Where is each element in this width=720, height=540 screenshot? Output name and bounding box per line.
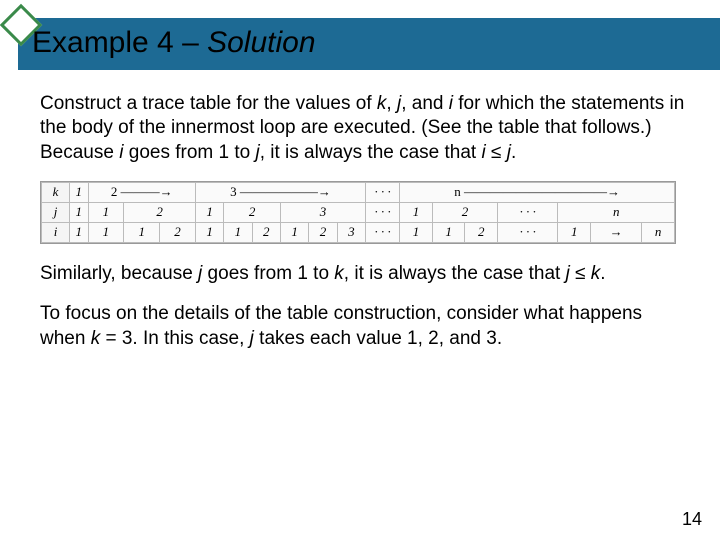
cell: 1 (70, 222, 89, 242)
text: Construct a trace table for the values o… (40, 93, 377, 114)
cell: 1 (400, 222, 433, 242)
trace-table: k 1 2 ———→ 3 ——————→ · · · n ———————————… (40, 181, 676, 244)
row-label-j: j (42, 202, 70, 222)
cell: 2 (124, 202, 196, 222)
var-k: k (591, 263, 601, 284)
text: , (386, 93, 397, 114)
title-suffix: Solution (207, 26, 315, 59)
text: , and (401, 93, 449, 114)
var-k: k (91, 328, 101, 349)
var-k: k (334, 263, 344, 284)
cell-ellipsis: · · · (366, 222, 400, 242)
text: = 3. In this case, (100, 328, 249, 349)
cell: 2 (309, 222, 337, 242)
cell: 2 (160, 222, 196, 242)
row-label-i: i (42, 222, 70, 242)
table-row-j: j 1 1 2 1 2 3 · · · 1 2 · · · n (42, 202, 675, 222)
paragraph-1: Construct a trace table for the values o… (40, 92, 686, 165)
cell-span: 3 ——————→ (195, 182, 365, 202)
cell: 2 (224, 202, 281, 222)
cell: → (591, 222, 642, 242)
cell: 1 (88, 202, 124, 222)
cell: 2 (465, 222, 498, 242)
cell: 1 (124, 222, 160, 242)
cell: n (558, 202, 675, 222)
content-area: Construct a trace table for the values o… (40, 92, 686, 367)
table-row-k: k 1 2 ———→ 3 ——————→ · · · n ———————————… (42, 182, 675, 202)
cell: 3 (280, 202, 365, 222)
text: goes from 1 to (123, 142, 255, 163)
text: goes from 1 to (202, 263, 334, 284)
cell: 3 (337, 222, 365, 242)
cell-span: 2 ———→ (88, 182, 195, 202)
cell: 2 (432, 202, 497, 222)
cell: 1 (70, 182, 89, 202)
cell: 1 (70, 202, 89, 222)
title-prefix: Example 4 (32, 26, 174, 59)
cell: 1 (195, 202, 223, 222)
text: , it is always the case that (344, 263, 566, 284)
cell-ellipsis: · · · (366, 182, 400, 202)
paragraph-3: To focus on the details of the table con… (40, 302, 686, 351)
text: takes each value 1, 2, and 3. (254, 328, 502, 349)
cell: 1 (195, 222, 223, 242)
cell: 1 (400, 202, 433, 222)
text: Similarly, because (40, 263, 198, 284)
cell: 1 (88, 222, 124, 242)
cell: 1 (558, 222, 591, 242)
text: . (600, 263, 605, 284)
cell: 1 (224, 222, 252, 242)
cell-ellipsis: · · · (498, 202, 558, 222)
text: , it is always the case that (260, 142, 482, 163)
cell-ellipsis: · · · (366, 202, 400, 222)
leq: ≤ (570, 263, 591, 284)
leq: ≤ (486, 142, 507, 163)
slide-title: Example 4 – Solution (32, 26, 316, 60)
page-number: 14 (682, 509, 702, 530)
cell: n (642, 222, 675, 242)
cell-ellipsis: · · · (498, 222, 558, 242)
paragraph-2: Similarly, because j goes from 1 to k, i… (40, 262, 686, 286)
cell: 2 (252, 222, 280, 242)
text: . (511, 142, 516, 163)
row-label-k: k (42, 182, 70, 202)
table-row-i: i 1 1 1 2 1 1 2 1 2 3 · · · 1 1 2 · · · … (42, 222, 675, 242)
var-k: k (377, 93, 387, 114)
cell-span: n ———————————→ (400, 182, 675, 202)
cell: 1 (280, 222, 308, 242)
title-sep: – (174, 26, 207, 59)
cell: 1 (432, 222, 465, 242)
